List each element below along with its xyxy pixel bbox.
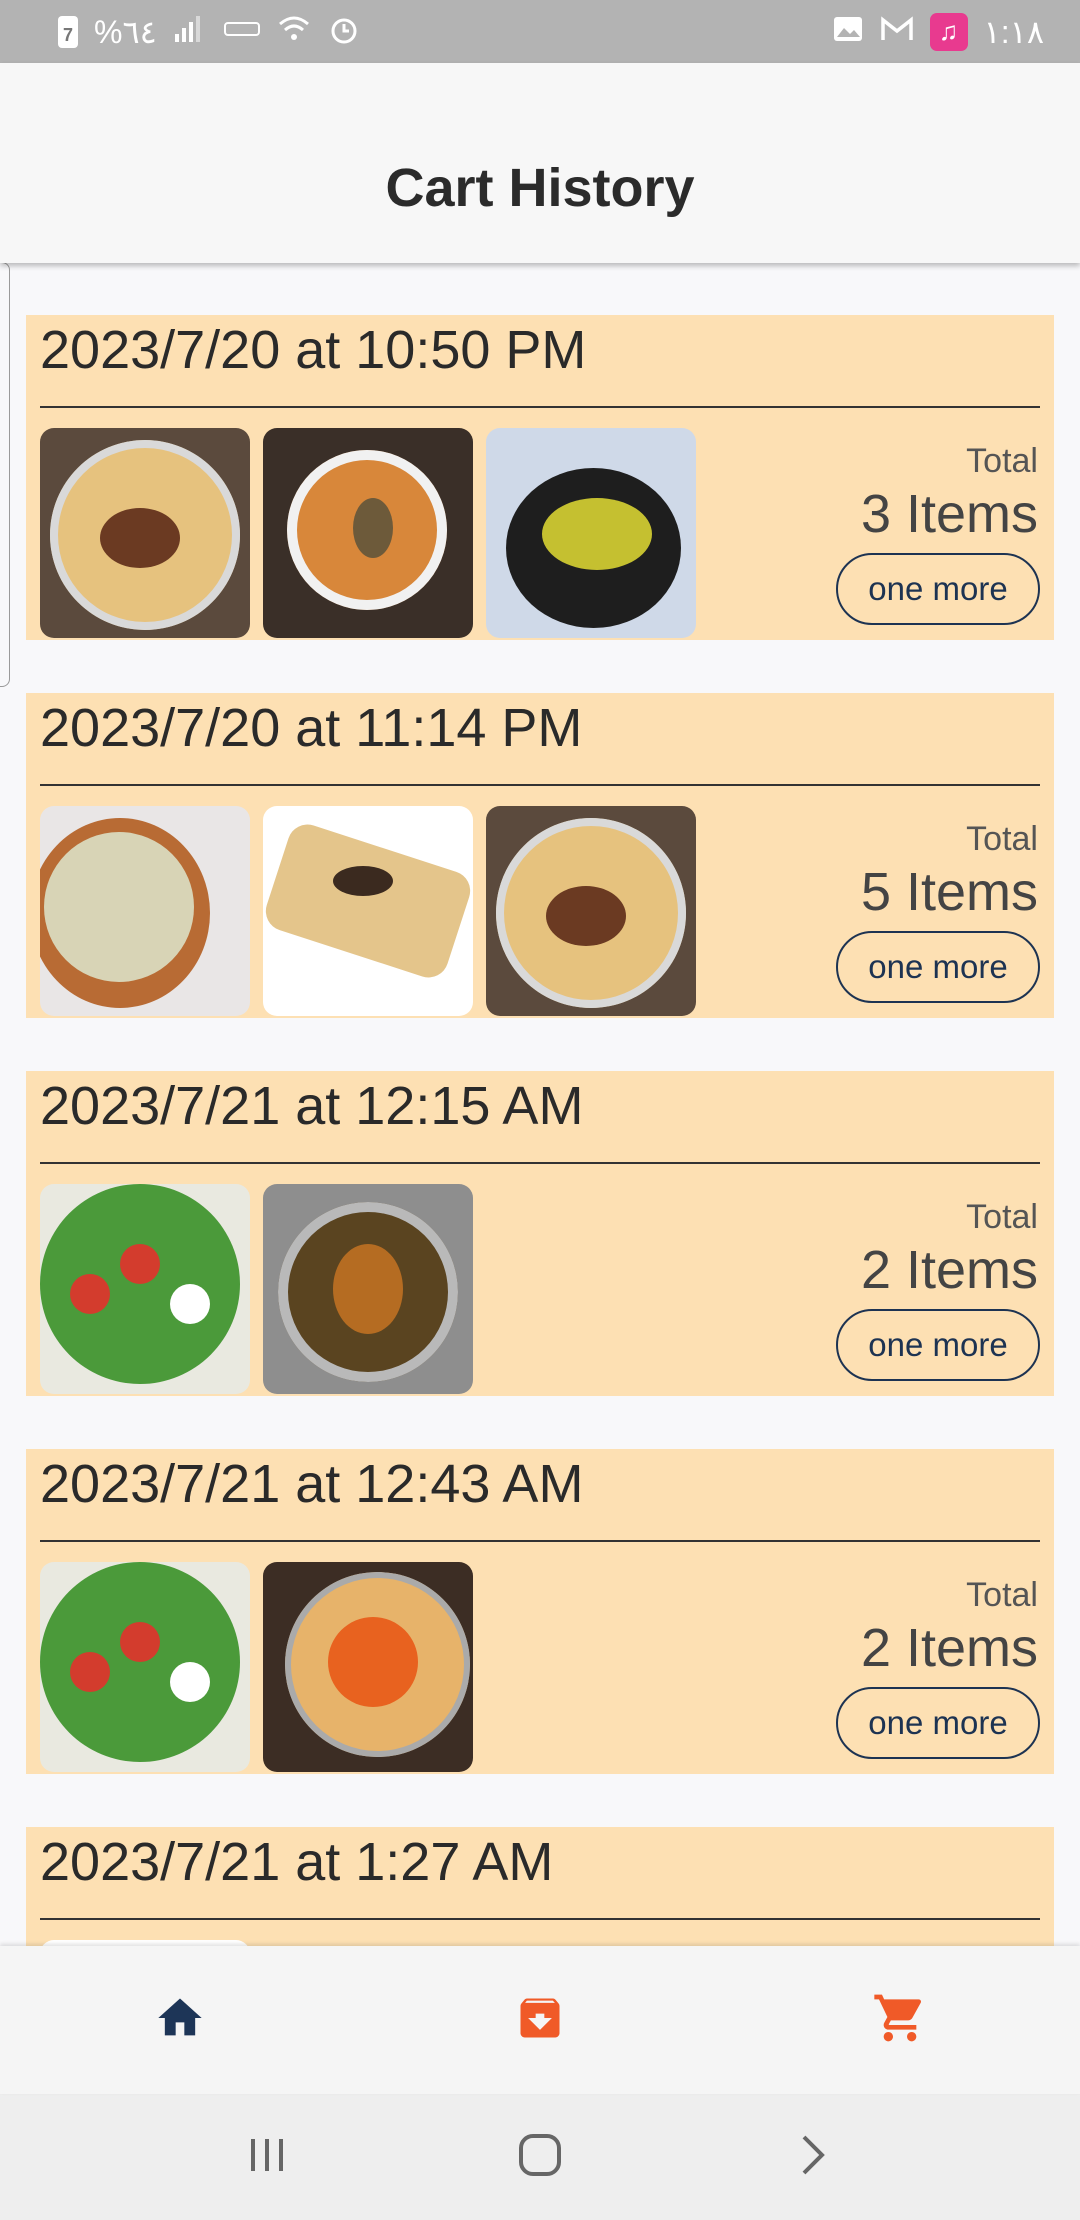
order-date: 2023/7/20 at 11:14 PM [40,698,583,758]
divider [40,1162,1040,1164]
gmail-icon [880,15,914,48]
food-thumbnail [40,806,250,1016]
food-thumbnail [263,1184,473,1394]
divider [40,1540,1040,1542]
status-bar-left: 7 %٦٤ [58,12,361,52]
system-home-button[interactable] [490,2107,590,2207]
wifi-icon [277,14,311,50]
cart-history-list[interactable]: 2023/7/20 at 10:50 PM Total 3 Items one … [0,263,1080,1946]
system-back-button[interactable] [763,2107,863,2207]
battery-icon: 7 [58,15,78,48]
nav-home[interactable] [120,1960,240,2080]
total-items-count: 5 Items [860,862,1038,922]
archive-icon [514,1992,566,2049]
one-more-button[interactable]: one more [836,553,1040,625]
nav-archive[interactable] [480,1960,600,2080]
item-thumbnails [40,806,696,1016]
item-thumbnails [40,1562,473,1772]
food-thumbnail [40,428,250,638]
cart-history-card: 2023/7/20 at 10:50 PM Total 3 Items one … [26,315,1054,640]
food-thumbnail [263,428,473,638]
cart-history-card: 2023/7/20 at 11:14 PM Total 5 Items one … [26,693,1054,1018]
back-chevron-icon [798,2133,828,2182]
status-bar-right: ♫ ١:١٨ [832,12,1044,51]
total-items-count: 2 Items [860,1240,1038,1300]
network-type-icon [223,17,261,47]
status-bar: 7 %٦٤ ♫ ١:١٨ [0,0,1080,63]
nav-cart[interactable] [840,1960,960,2080]
cart-history-card: 2023/7/21 at 12:15 AM Total 2 Items one … [26,1071,1054,1396]
home-circle-icon [517,2132,563,2183]
one-more-button[interactable]: one more [836,1309,1040,1381]
order-date: 2023/7/20 at 10:50 PM [40,320,587,380]
home-icon [154,1992,206,2049]
music-icon: ♫ [929,12,968,51]
food-thumbnail [486,806,696,1016]
food-thumbnail [40,1184,250,1394]
item-thumbnails [40,1184,473,1394]
page-title: Cart History [385,158,695,218]
one-more-button[interactable]: one more [836,1687,1040,1759]
alarm-icon [327,12,361,52]
clock: ١:١٨ [983,13,1044,50]
food-thumbnail [40,1562,250,1772]
food-thumbnail [263,806,473,1016]
total-label: Total [966,1198,1038,1236]
recents-button[interactable] [217,2107,317,2207]
bottom-navigation [0,1946,1080,2094]
food-thumbnail [486,428,696,638]
cart-history-card: 2023/7/21 at 12:43 AM Total 2 Items one … [26,1449,1054,1774]
order-date: 2023/7/21 at 12:15 AM [40,1076,584,1136]
divider [40,784,1040,786]
total-items-count: 2 Items [860,1618,1038,1678]
item-thumbnails [40,428,696,638]
divider [40,406,1040,408]
total-label: Total [966,1576,1038,1614]
one-more-button[interactable]: one more [836,931,1040,1003]
gallery-icon [832,15,864,49]
divider [40,1918,1040,1920]
recents-icon [245,2135,289,2180]
cart-icon [872,1990,928,2051]
system-navigation-bar [0,2094,1080,2220]
total-label: Total [966,820,1038,858]
app-bar: Cart History [0,63,1080,263]
total-items-count: 3 Items [860,484,1038,544]
battery-percent: %٦٤ [94,13,157,50]
order-date: 2023/7/21 at 1:27 AM [40,1832,554,1892]
order-date: 2023/7/21 at 12:43 AM [40,1454,584,1514]
signal-icon [173,14,207,50]
food-thumbnail [263,1562,473,1772]
total-label: Total [966,442,1038,480]
cart-history-card: 2023/7/21 at 1:27 AM [26,1827,1054,1946]
